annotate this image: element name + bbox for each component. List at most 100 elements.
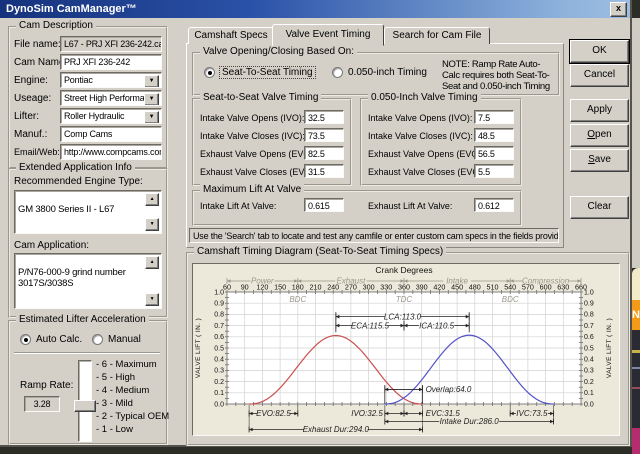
background-window-card	[632, 268, 640, 300]
svg-text:1.0: 1.0	[214, 289, 224, 296]
background-letter: N	[632, 309, 640, 321]
svg-text:0.8: 0.8	[584, 312, 594, 319]
tab-camshaft-specs[interactable]: Camshaft Specs	[188, 27, 274, 44]
exhaust-lift-field[interactable]: 0.612	[474, 198, 514, 212]
apply-button[interactable]: Apply	[570, 99, 629, 122]
engine-combo[interactable]: Pontiac ▼	[60, 72, 162, 88]
manual-radio[interactable]	[92, 334, 103, 345]
ramp-rate-label: Ramp Rate:	[20, 380, 74, 391]
svg-text:Power: Power	[251, 277, 274, 286]
svg-text:390: 390	[416, 283, 428, 292]
slider-label-1: - 1 - Low	[96, 424, 133, 435]
svg-text:0.9: 0.9	[584, 301, 594, 308]
useage-combo[interactable]: Street High Performance ▼	[60, 90, 162, 106]
lifter-combo[interactable]: Roller Hydraulic ▼	[60, 108, 162, 124]
evc-050-label: Exhaust Valve Closes (EVC):	[368, 167, 485, 177]
svg-text:ICA:110.5: ICA:110.5	[419, 321, 455, 330]
group-title: Estimated Lifter Acceleration	[16, 314, 149, 325]
chevron-down-icon[interactable]: ▼	[144, 75, 159, 87]
window-title: DynoSim CamManager™	[6, 3, 137, 15]
intake-lift-label: Intake Lift At Valve:	[200, 201, 277, 211]
svg-text:0.4: 0.4	[584, 357, 594, 364]
group-title: Extended Application Info	[16, 162, 135, 173]
ivo-050-label: Intake Valve Opens (IVO):	[368, 113, 473, 123]
svg-text:Exhaust: Exhaust	[336, 277, 366, 286]
ivo-050-field[interactable]: 7.5	[474, 110, 514, 124]
open-button[interactable]: Open	[570, 124, 629, 147]
svg-text:0.4: 0.4	[214, 357, 224, 364]
svg-text:Intake: Intake	[446, 277, 468, 286]
svg-text:0.3: 0.3	[214, 368, 224, 375]
slider-label-3: - 3 - Mild	[96, 398, 133, 409]
slider-label-6: - 6 - Maximum	[96, 359, 157, 370]
evo-050-label: Exhaust Valve Opens (EVO):	[368, 149, 484, 159]
ok-button[interactable]: OK	[570, 40, 629, 63]
group-title: 0.050-Inch Valve Timing	[368, 92, 481, 103]
seat-to-seat-radio[interactable]	[204, 67, 215, 78]
svg-text:150: 150	[274, 283, 286, 292]
auto-calc-radio[interactable]	[20, 334, 31, 345]
ivc-050-field[interactable]: 48.5	[474, 128, 514, 142]
title-bar[interactable]: DynoSim CamManager™ x	[0, 0, 630, 18]
chart-group-title: Camshaft Timing Diagram (Seat-To-Seat Ti…	[194, 246, 447, 257]
ramp-rate-slider-thumb[interactable]	[74, 400, 96, 412]
inch050-radio[interactable]	[332, 67, 343, 78]
svg-text:0.1: 0.1	[214, 390, 224, 397]
manuf-field[interactable]: Comp Cams	[60, 126, 162, 142]
file-name-label: File name:	[14, 39, 61, 50]
cam-description-group: Cam Description File name: L67 - PRJ XFI…	[8, 20, 168, 169]
dynosim-cammanager-window: DynoSim CamManager™ x Cam Description Fi…	[0, 0, 632, 447]
group-title: Maximum Lift At Valve	[200, 184, 305, 195]
svg-text:Compression: Compression	[522, 277, 570, 286]
svg-text:0.6: 0.6	[584, 334, 594, 341]
ivc-label: Intake Valve Closes (IVC):	[200, 131, 305, 141]
scroll-up-icon[interactable]: ▲	[145, 193, 159, 206]
svg-text:Intake Dur:286.0: Intake Dur:286.0	[440, 417, 500, 426]
svg-text:0.9: 0.9	[214, 301, 224, 308]
cam-application-label: Cam Application:	[14, 240, 90, 251]
svg-text:330: 330	[380, 283, 392, 292]
maximum-lift-group: Maximum Lift At Valve Intake Lift At Val…	[192, 184, 522, 226]
estimated-lifter-acceleration-group: Estimated Lifter Acceleration Auto Calc.…	[8, 314, 170, 445]
svg-text:0.6: 0.6	[214, 334, 224, 341]
slider-label-2: - 2 - Typical OEM	[96, 411, 170, 422]
tab-search-for-cam-file[interactable]: Search for Cam File	[384, 27, 490, 44]
svg-text:0.0: 0.0	[214, 401, 224, 408]
seat-to-seat-radio-label[interactable]: Seat-To-Seat Timing	[219, 66, 316, 79]
evc-field[interactable]: 31.5	[304, 164, 344, 178]
evo-field[interactable]: 82.5	[304, 146, 344, 160]
scroll-up-icon[interactable]: ▲	[145, 256, 159, 269]
recommended-engine-type-textarea[interactable]: GM 3800 Series II - L67 ▲ ▼	[14, 190, 162, 234]
evo-050-field[interactable]: 56.5	[474, 146, 514, 160]
chevron-down-icon[interactable]: ▼	[144, 93, 159, 105]
svg-text:0.1: 0.1	[584, 390, 594, 397]
close-icon[interactable]: x	[610, 2, 627, 17]
svg-text:BDC: BDC	[502, 295, 519, 304]
clear-button[interactable]: Clear	[570, 196, 629, 219]
evc-050-field[interactable]: 5.5	[474, 164, 514, 178]
chevron-down-icon[interactable]: ▼	[144, 111, 159, 123]
svg-text:510: 510	[487, 283, 499, 292]
save-button[interactable]: Save	[570, 149, 629, 172]
svg-text:1.0: 1.0	[584, 289, 594, 296]
recommended-engine-type-label: Recommended Engine Type:	[14, 176, 143, 187]
scroll-down-icon[interactable]: ▼	[145, 218, 159, 231]
cam-application-textarea[interactable]: P/N76-000-9 grind number 3017S/3038S ▲ ▼	[14, 253, 162, 309]
cam-name-field[interactable]: PRJ XFI 236-242	[60, 54, 162, 70]
email-web-field[interactable]: http://www.compcams.com	[60, 144, 162, 160]
tab-valve-event-timing[interactable]: Valve Event Timing	[272, 24, 384, 46]
ivo-field[interactable]: 32.5	[304, 110, 344, 124]
svg-text:210: 210	[310, 283, 322, 292]
inch050-timing-group: 0.050-Inch Valve Timing Intake Valve Ope…	[360, 92, 522, 186]
inch050-radio-label[interactable]: 0.050-inch Timing	[348, 67, 427, 78]
slider-label-5: - 5 - High	[96, 372, 136, 383]
cancel-button[interactable]: Cancel	[570, 64, 629, 87]
engine-label: Engine:	[14, 75, 48, 86]
intake-lift-field[interactable]: 0.615	[304, 198, 344, 212]
svg-text:Overlap:64.0: Overlap:64.0	[426, 385, 472, 394]
svg-text:VALVE LIFT ( IN. ): VALVE LIFT ( IN. )	[195, 318, 202, 378]
svg-text:TDC: TDC	[396, 295, 413, 304]
ivc-field[interactable]: 73.5	[304, 128, 344, 142]
background-window-footer	[632, 428, 640, 454]
scroll-down-icon[interactable]: ▼	[145, 293, 159, 306]
